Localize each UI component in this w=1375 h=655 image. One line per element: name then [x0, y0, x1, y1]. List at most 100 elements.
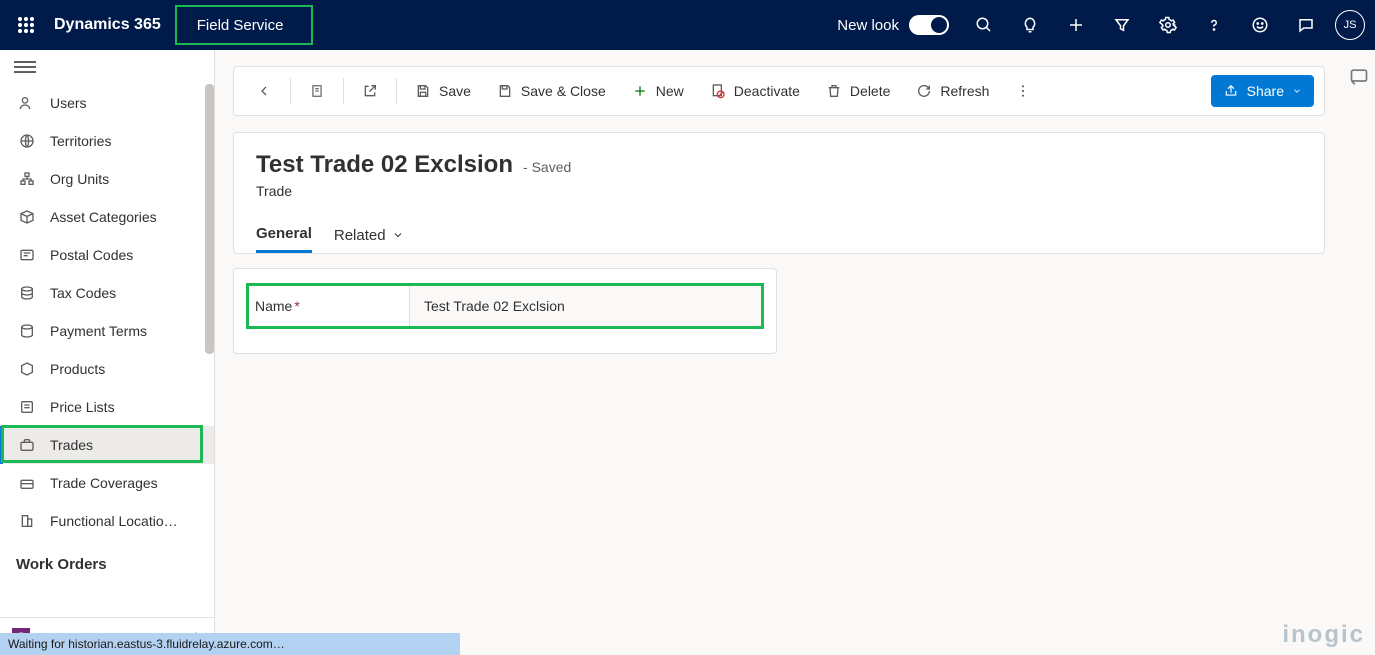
sidebar-item-label: Postal Codes [50, 247, 133, 263]
coverage-icon [18, 475, 36, 491]
sidebar-item-org-units[interactable]: Org Units [0, 160, 214, 198]
delete-label: Delete [850, 83, 890, 99]
record-tabs: General Related [256, 217, 1302, 253]
sidebar-item-label: Org Units [50, 171, 109, 187]
app-switcher[interactable]: Field Service [175, 5, 314, 45]
sidebar-item-label: Territories [50, 133, 111, 149]
refresh-icon [916, 83, 932, 99]
more-vertical-icon [1015, 83, 1031, 99]
postal-icon [18, 247, 36, 263]
sidebar-item-trade-coverages[interactable]: Trade Coverages [0, 464, 214, 502]
back-button[interactable] [244, 73, 284, 109]
sidebar-item-trades[interactable]: Trades [0, 426, 214, 464]
share-icon [1223, 83, 1239, 99]
settings-icon[interactable] [1147, 0, 1189, 50]
sidebar-item-products[interactable]: Products [0, 350, 214, 388]
org-icon [18, 171, 36, 187]
sidebar-item-label: Trades [50, 437, 93, 453]
browser-status-bar: Waiting for historian.eastus-3.fluidrela… [0, 633, 460, 655]
lightbulb-icon[interactable] [1009, 0, 1051, 50]
overflow-button[interactable] [1003, 73, 1043, 109]
emoji-icon[interactable] [1239, 0, 1281, 50]
tab-label: General [256, 225, 312, 242]
user-avatar[interactable]: JS [1335, 10, 1365, 40]
trash-icon [826, 83, 842, 99]
app-launcher-icon[interactable] [8, 7, 44, 43]
watermark: inogic [1282, 621, 1365, 649]
search-icon[interactable] [963, 0, 1005, 50]
copilot-icon[interactable] [1349, 66, 1369, 655]
new-button[interactable]: New [620, 73, 696, 109]
right-rail [1343, 50, 1375, 655]
new-label: New [656, 83, 684, 99]
sidebar-item-label: Payment Terms [50, 323, 147, 339]
brand-label[interactable]: Dynamics 365 [54, 16, 161, 34]
record-status: - Saved [523, 159, 571, 175]
sidebar-item-postal-codes[interactable]: Postal Codes [0, 236, 214, 274]
popout-icon [362, 83, 378, 99]
sidebar-item-asset-categories[interactable]: Asset Categories [0, 198, 214, 236]
sidebar-item-territories[interactable]: Territories [0, 122, 214, 160]
filter-icon[interactable] [1101, 0, 1143, 50]
record-header: Test Trade 02 Exclsion - Saved Trade Gen… [233, 132, 1325, 254]
sidebar-item-users[interactable]: Users [0, 84, 214, 122]
sidebar-item-label: Products [50, 361, 105, 377]
sidebar-item-tax-codes[interactable]: Tax Codes [0, 274, 214, 312]
save-close-icon [497, 83, 513, 99]
payment-icon [18, 323, 36, 339]
location-icon [18, 513, 36, 529]
sidebar-section-work-orders: Work Orders [0, 540, 214, 579]
tab-general[interactable]: General [256, 217, 312, 253]
delete-button[interactable]: Delete [814, 73, 902, 109]
main-content: Save Save & Close New Deactivate Delete … [215, 50, 1343, 655]
field-name: Name* Test Trade 02 Exclsion [246, 283, 764, 329]
sidebar-item-label: Price Lists [50, 399, 115, 415]
sidebar-collapse-icon[interactable] [14, 58, 36, 76]
new-look-label: New look [837, 17, 899, 34]
help-icon[interactable] [1193, 0, 1235, 50]
new-look-toggle[interactable]: New look [837, 15, 949, 35]
app-name: Field Service [197, 17, 284, 34]
save-label: Save [439, 83, 471, 99]
sidebar-item-label: Tax Codes [50, 285, 116, 301]
sidebar-scrollbar[interactable] [205, 84, 214, 354]
deactivate-button[interactable]: Deactivate [698, 73, 812, 109]
sidebar-item-payment-terms[interactable]: Payment Terms [0, 312, 214, 350]
asset-icon [18, 209, 36, 225]
deactivate-icon [710, 83, 726, 99]
sidebar-item-label: Users [50, 95, 87, 111]
sidebar: Users Territories Org Units Asset Catego… [0, 50, 215, 655]
record-entity: Trade [256, 183, 1302, 199]
form-section-general: Name* Test Trade 02 Exclsion [233, 268, 777, 354]
users-icon [18, 95, 36, 111]
form-icon [309, 83, 325, 99]
sidebar-item-price-lists[interactable]: Price Lists [0, 388, 214, 426]
tax-icon [18, 285, 36, 301]
field-label: Name* [249, 298, 409, 314]
toggle-switch-icon[interactable] [909, 15, 949, 35]
form-selector-button[interactable] [297, 73, 337, 109]
save-button[interactable]: Save [403, 73, 483, 109]
add-icon[interactable] [1055, 0, 1097, 50]
command-bar: Save Save & Close New Deactivate Delete … [233, 66, 1325, 116]
name-input[interactable]: Test Trade 02 Exclsion [409, 286, 761, 326]
chevron-down-icon [392, 229, 404, 241]
back-icon [256, 83, 272, 99]
trades-icon [18, 437, 36, 453]
sidebar-item-functional-locations[interactable]: Functional Locatio… [0, 502, 214, 540]
required-indicator: * [294, 298, 299, 314]
refresh-button[interactable]: Refresh [904, 73, 1001, 109]
sidebar-item-label: Functional Locatio… [50, 513, 178, 529]
share-button[interactable]: Share [1211, 75, 1314, 107]
open-new-window-button[interactable] [350, 73, 390, 109]
product-icon [18, 361, 36, 377]
chat-icon[interactable] [1285, 0, 1327, 50]
save-icon [415, 83, 431, 99]
sidebar-item-label: Trade Coverages [50, 475, 158, 491]
globe-icon [18, 133, 36, 149]
save-close-button[interactable]: Save & Close [485, 73, 618, 109]
sidebar-item-label: Asset Categories [50, 209, 157, 225]
chevron-down-icon [1292, 86, 1302, 96]
global-nav: Dynamics 365 Field Service New look JS [0, 0, 1375, 50]
tab-related[interactable]: Related [334, 217, 404, 253]
